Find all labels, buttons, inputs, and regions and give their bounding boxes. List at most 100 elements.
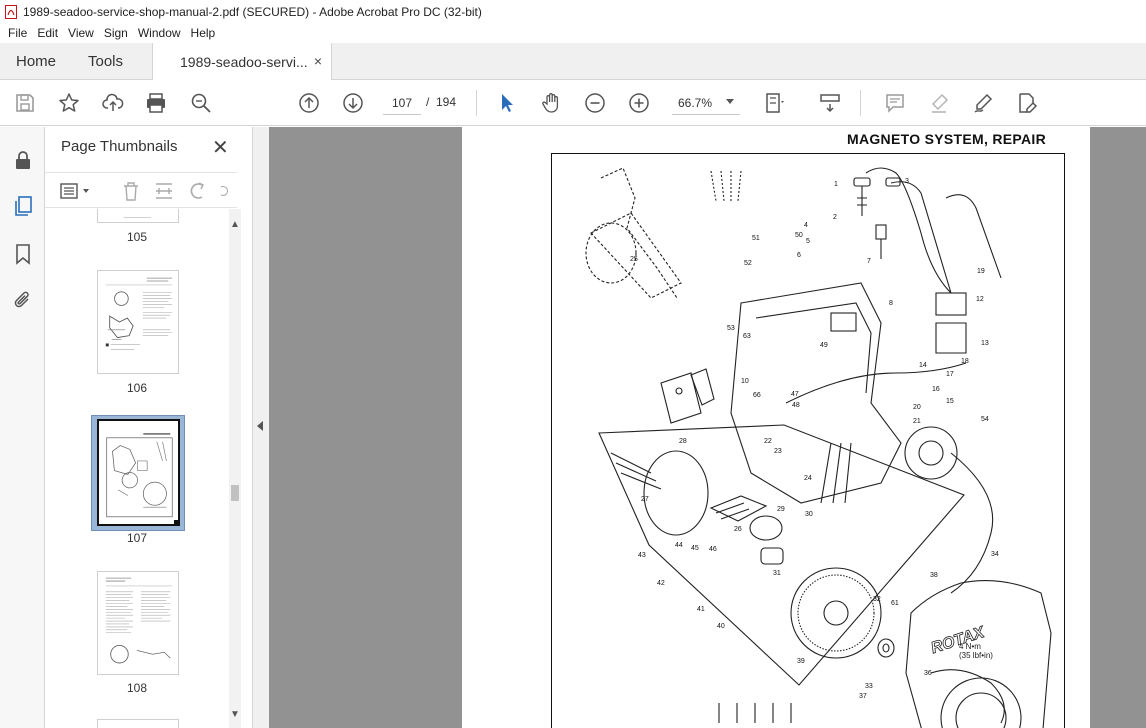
callout-number: 38	[930, 572, 938, 579]
callout-number: 30	[805, 511, 813, 518]
tab-document[interactable]: 1989-seadoo-servi... ×	[152, 43, 332, 80]
menu-edit[interactable]: Edit	[32, 26, 63, 40]
callout-number: 1	[834, 181, 838, 188]
callout-number: 25	[630, 256, 638, 263]
callout-number: 42	[657, 580, 665, 587]
panel-collapse-splitter[interactable]	[253, 127, 269, 728]
thumbnail-page-107-selected[interactable]	[91, 415, 185, 531]
magneto-exploded-diagram: ROTAX 4 N•m (35 lbf•in) 1234567810121314…	[585, 167, 1052, 728]
extract-pages-icon[interactable]	[153, 181, 175, 201]
callout-number: 14	[919, 362, 927, 369]
thumbnail-resize-handle[interactable]	[174, 520, 180, 526]
next-page-icon[interactable]	[341, 91, 365, 115]
scroll-mode-icon[interactable]	[818, 91, 842, 115]
tab-close-icon[interactable]: ×	[314, 53, 322, 69]
thumbnails-panel-title: Page Thumbnails	[61, 138, 178, 155]
callout-number: 2	[833, 214, 837, 221]
thumbnail-options-menu-icon[interactable]	[59, 181, 93, 201]
callout-number: 12	[976, 296, 984, 303]
tab-home[interactable]: Home	[16, 43, 56, 80]
delete-page-icon[interactable]	[120, 181, 142, 201]
thumbnail-label: 108	[126, 681, 148, 695]
thumbnails-scrollbar[interactable]: ▲ ▼	[229, 209, 241, 728]
callout-number: 52	[744, 260, 752, 267]
zoom-level-value: 66.7%	[678, 96, 713, 110]
callout-number: 17	[946, 371, 954, 378]
scroll-down-icon[interactable]: ▼	[230, 709, 240, 720]
thumbnail-page-106[interactable]	[97, 270, 179, 374]
sign-pen-icon[interactable]	[971, 91, 995, 115]
callout-number: 16	[932, 386, 940, 393]
callout-number: 7	[867, 258, 871, 265]
callout-number: 39	[797, 658, 805, 665]
highlight-pen-icon[interactable]	[927, 91, 951, 115]
page-number-input[interactable]	[383, 91, 421, 115]
bookmark-star-icon[interactable]	[57, 91, 81, 115]
window-title: 1989-seadoo-service-shop-manual-2.pdf (S…	[23, 4, 482, 19]
lock-icon[interactable]	[10, 147, 36, 173]
title-bar: 1989-seadoo-service-shop-manual-2.pdf (S…	[0, 0, 1146, 23]
callout-number: 23	[774, 448, 782, 455]
menu-file[interactable]: File	[3, 26, 32, 40]
callout-number: 34	[991, 551, 999, 558]
menu-help[interactable]: Help	[186, 26, 221, 40]
thumbnail-page-next[interactable]	[97, 719, 179, 728]
tab-tools[interactable]: Tools	[88, 43, 123, 80]
zoom-level-dropdown[interactable]: 66.7%	[672, 91, 740, 115]
select-cursor-icon[interactable]	[495, 91, 519, 115]
callout-number: 4	[804, 222, 808, 229]
tab-document-label: 1989-seadoo-servi...	[180, 53, 308, 70]
print-icon[interactable]	[144, 91, 168, 115]
menu-sign[interactable]: Sign	[99, 26, 133, 40]
rotate-counterclockwise-icon[interactable]	[186, 181, 208, 201]
callout-number: 33	[865, 683, 873, 690]
page-thumbnails-panel: Page Thumbnails ✕ 105 106 107 108 ▲ ▼	[45, 127, 253, 728]
callout-number: 19	[977, 268, 985, 275]
comment-icon[interactable]	[883, 91, 907, 115]
zoom-search-icon[interactable]	[189, 91, 213, 115]
callout-number: 15	[946, 398, 954, 405]
thumbnail-label: 107	[126, 531, 148, 545]
tab-bar: Home Tools 1989-seadoo-servi... ×	[0, 43, 1146, 80]
callout-number: 13	[981, 340, 989, 347]
menu-bar: File Edit View Sign Window Help	[0, 23, 1146, 43]
callout-number: 20	[913, 404, 921, 411]
callout-number: 44	[675, 542, 683, 549]
collapse-left-arrow-icon[interactable]	[257, 421, 263, 431]
callout-number: 32	[873, 596, 881, 603]
callout-number: 43	[638, 552, 646, 559]
document-view[interactable]: MAGNETO SYSTEM, REPAIR ROTAX 4 N•m (35 l…	[269, 127, 1146, 728]
previous-page-icon[interactable]	[297, 91, 321, 115]
save-icon[interactable]	[13, 91, 37, 115]
callout-number: 47	[791, 391, 799, 398]
page-separator: /	[426, 95, 430, 109]
pages-thumbnails-icon[interactable]	[10, 193, 36, 219]
thumbnail-label: 106	[126, 381, 148, 395]
callout-number: 63	[743, 333, 751, 340]
menu-window[interactable]: Window	[133, 26, 186, 40]
hand-tool-icon[interactable]	[539, 91, 563, 115]
rotate-clockwise-icon[interactable]	[217, 181, 231, 201]
thumbnail-page-108[interactable]	[97, 571, 179, 675]
callout-number: 46	[709, 546, 717, 553]
bookmark-icon[interactable]	[10, 241, 36, 267]
zoom-out-icon[interactable]	[583, 91, 607, 115]
scrollbar-thumb[interactable]	[231, 485, 239, 501]
close-icon[interactable]: ✕	[212, 135, 229, 160]
edit-document-icon[interactable]	[1015, 91, 1039, 115]
thumbnail-list: 105 106 107 108	[45, 209, 229, 728]
toolbar: / 194 66.7%	[0, 80, 1146, 126]
thumbnail-page-105[interactable]	[97, 209, 179, 223]
callout-number: 40	[717, 623, 725, 630]
menu-view[interactable]: View	[63, 26, 99, 40]
page-fit-icon[interactable]	[763, 91, 787, 115]
thumbnail-page-107	[97, 419, 180, 526]
zoom-in-icon[interactable]	[627, 91, 651, 115]
share-upload-icon[interactable]	[101, 91, 125, 115]
attachment-paperclip-icon[interactable]	[10, 287, 36, 313]
toolbar-divider	[860, 90, 861, 116]
callout-number: 41	[697, 606, 705, 613]
callout-number: 18	[961, 358, 969, 365]
callout-number: 8	[889, 300, 893, 307]
scroll-up-icon[interactable]: ▲	[230, 219, 240, 230]
